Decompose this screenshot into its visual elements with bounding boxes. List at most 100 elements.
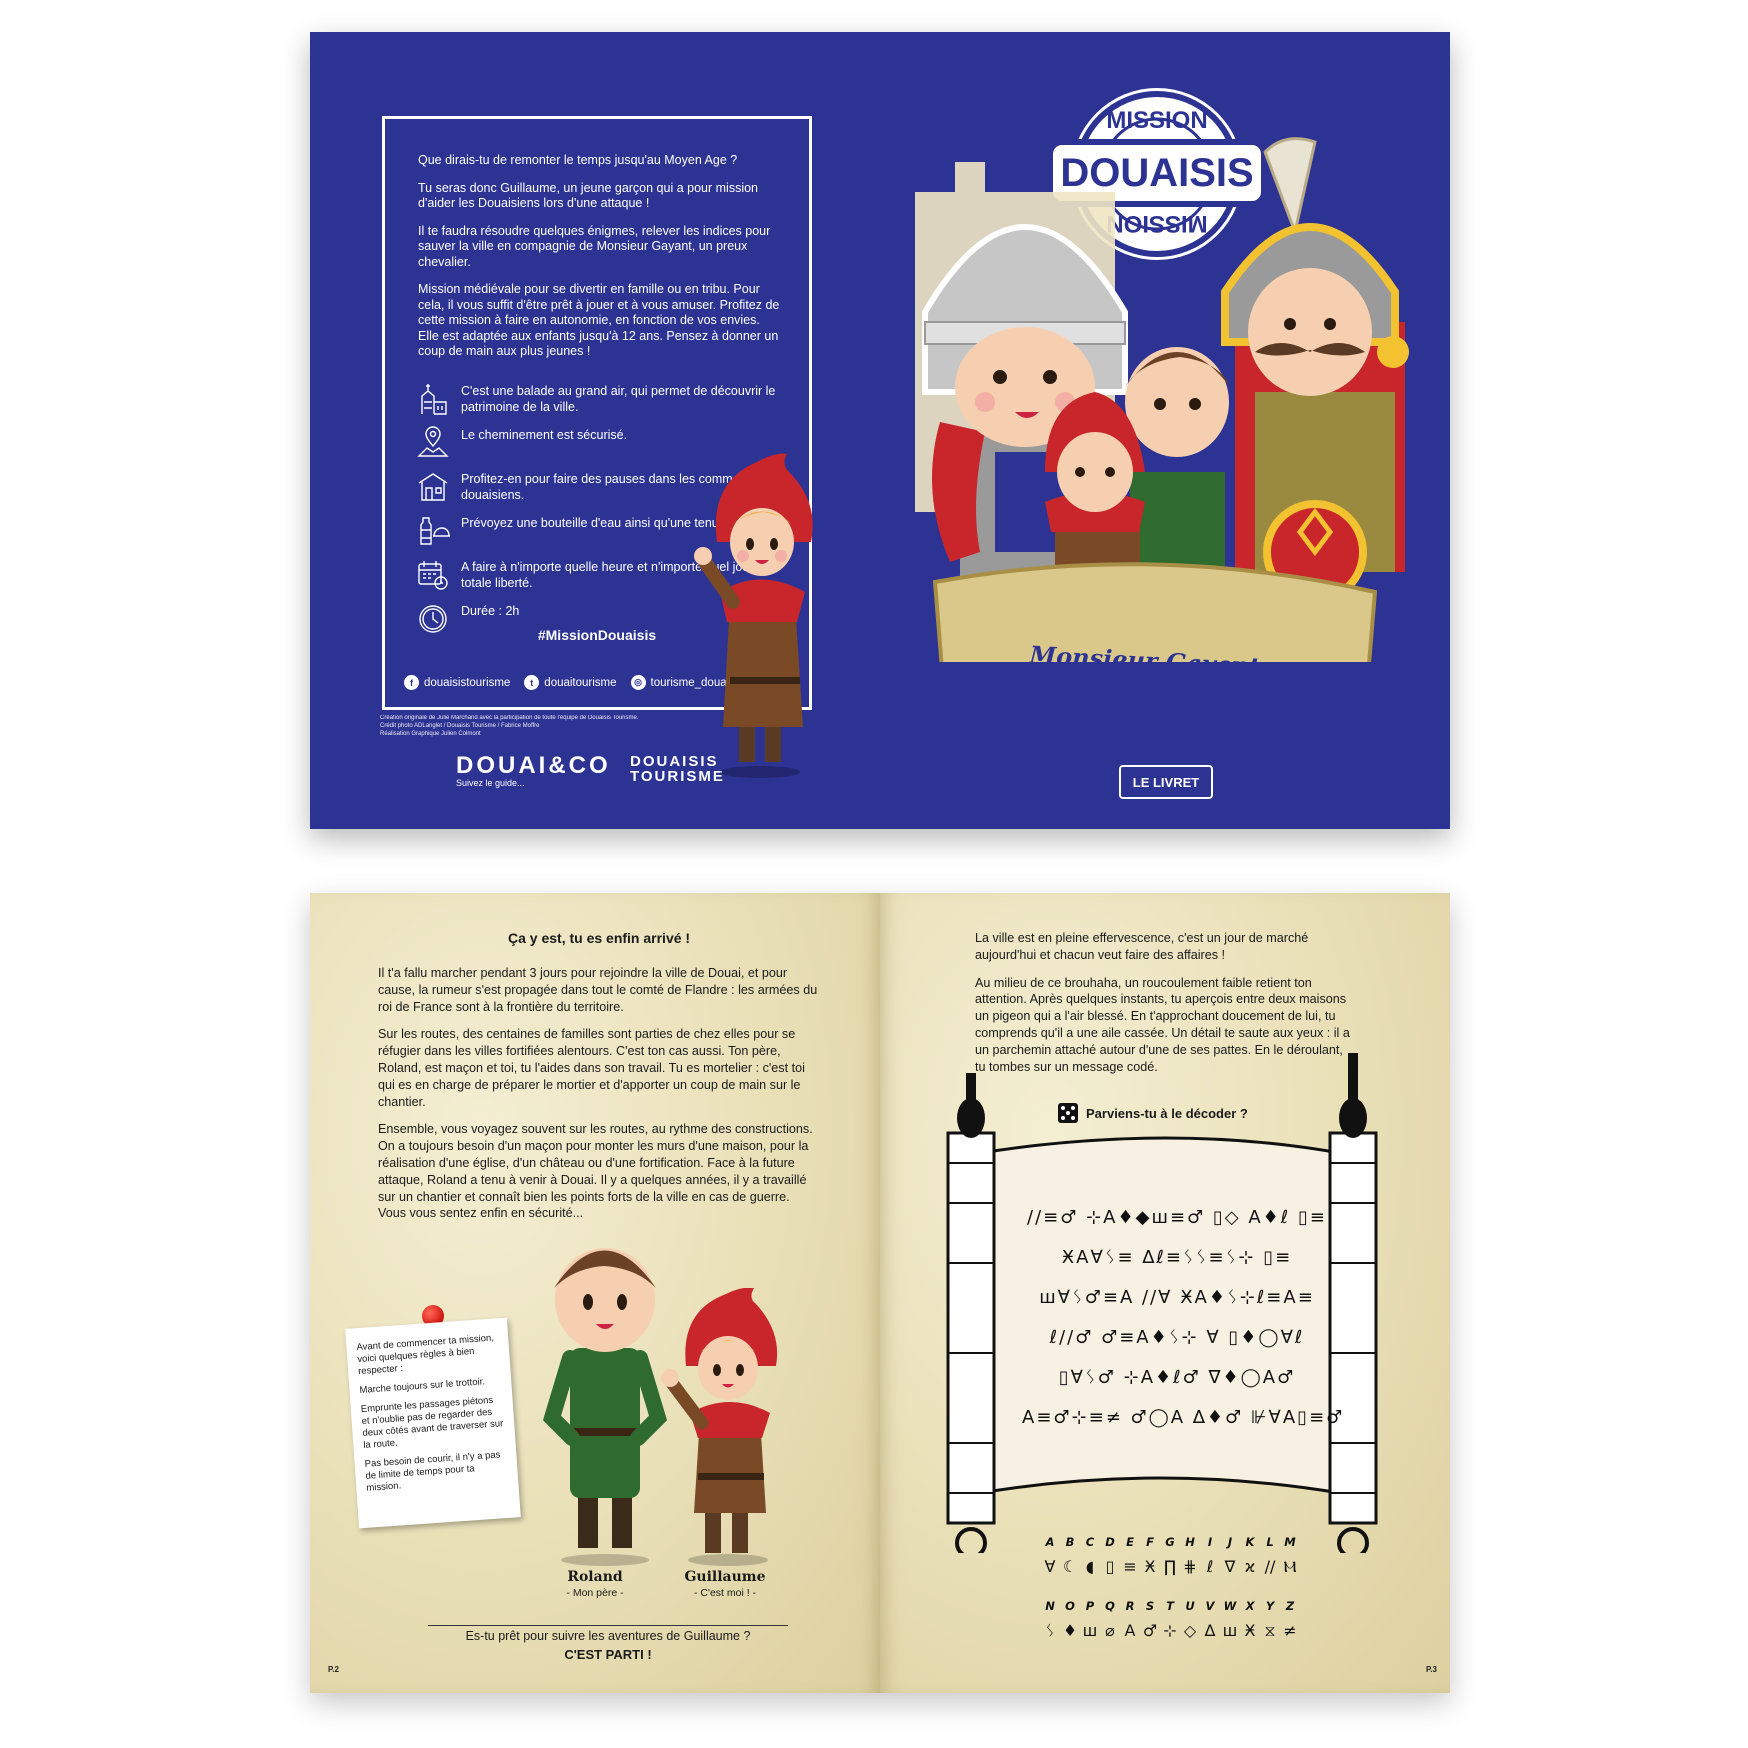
cipher-line: A≡♂⊹≡≠ ♂◯A ∆♦♂ ⊮∀A▯≡♂ bbox=[1022, 1407, 1345, 1428]
note-line: Avant de commencer ta mission, voici que… bbox=[356, 1332, 495, 1378]
alphabet-symbol: ∀ bbox=[1044, 1557, 1056, 1576]
alphabet-symbol: ⧖ bbox=[1264, 1621, 1276, 1640]
douaico-logo-name: DOUAI&CO bbox=[456, 752, 611, 779]
alphabet-symbol: ♦ bbox=[1062, 1621, 1078, 1640]
alphabet-letter: V bbox=[1205, 1599, 1215, 1613]
intro-paragraph: Que dirais-tu de remonter le temps jusqu… bbox=[418, 153, 738, 167]
characters-group-illustration bbox=[915, 137, 1409, 662]
feature-text: Durée : 2h bbox=[461, 604, 520, 618]
guillaume-illustration bbox=[661, 1288, 778, 1566]
note-line: Pas besoin de courir, il n'y a pas de li… bbox=[364, 1449, 501, 1494]
alphabet-letter: J bbox=[1227, 1535, 1233, 1549]
paragraph: Sur les routes, des centaines de famille… bbox=[378, 1027, 805, 1109]
divider bbox=[428, 1625, 788, 1626]
credit-line: Crédit photo ADLanglet / Douaisis Touris… bbox=[380, 723, 540, 729]
alphabet-letter: G bbox=[1165, 1535, 1175, 1549]
paragraph: Il t'a fallu marcher pendant 3 jours pou… bbox=[378, 966, 818, 1014]
alphabet-symbol: ∆ bbox=[1204, 1621, 1216, 1640]
cover-spread: Que dirais-tu de remonter le temps jusqu… bbox=[310, 32, 1450, 829]
alphabet-letter: S bbox=[1145, 1599, 1155, 1613]
alphabet-letter: Y bbox=[1265, 1599, 1275, 1613]
cipher-line: //≡♂ ⊹A♦◆ш≡♂ ▯◇ A♦ℓ ▯≡ bbox=[1027, 1207, 1327, 1228]
map-pin-icon bbox=[417, 426, 449, 457]
note-line: Marche toujours sur le trottoir. bbox=[359, 1376, 486, 1397]
social-handle: douaitourisme bbox=[544, 676, 617, 689]
ready-question: Es-tu prêt pour suivre les aventures de … bbox=[465, 1629, 751, 1643]
cipher-line: ш∀ᛊ♂≡A //∀ ӾA♦ᛊ⊹ℓ≡A≡ bbox=[1039, 1287, 1315, 1308]
alphabet-symbol: ᛊ bbox=[1045, 1621, 1055, 1640]
rules-note: Avant de commencer ta mission, voici que… bbox=[345, 1317, 521, 1529]
intro-paragraph: Tu seras donc Guillaume, un jeune garçon… bbox=[418, 180, 759, 211]
cipher-line: ℓ//♂ ♂≡A♦ᛊ⊹ ∀ ▯♦◯∀ℓ bbox=[1049, 1327, 1305, 1348]
alphabet-letter: W bbox=[1223, 1599, 1237, 1613]
guillaume-name: Guillaume bbox=[684, 1569, 766, 1585]
alphabet-symbol: Ӿ bbox=[1244, 1621, 1256, 1640]
alphabet-symbol: ш bbox=[1222, 1621, 1238, 1640]
note-line: Emprunte les passages piétons et n'oubli… bbox=[360, 1394, 504, 1451]
ready-go: C'EST PARTI ! bbox=[564, 1647, 652, 1662]
social-link-facebook[interactable]: f douaisistourisme bbox=[404, 675, 510, 690]
feature-item: C'est une balade au grand air, qui perme… bbox=[416, 382, 796, 416]
alphabet-symbols-row-1: ∀ ☾ ◖ ▯ ≡ Ӿ ∏ ⋕ ℓ ∇ ϰ // Ⲙ bbox=[1040, 1557, 1300, 1577]
alphabet-letters-row-1: ABCDEFGHIJKLM bbox=[1040, 1535, 1300, 1549]
church-icon bbox=[421, 384, 447, 415]
cipher-line: ▯∀ᛊ♂ ⊹A♦ℓ♂ ∇♦◯A♂ bbox=[1058, 1367, 1296, 1388]
feature-text: Le cheminement est sécurisé. bbox=[461, 428, 628, 442]
page-3: La ville est en pleine effervescence, c'… bbox=[880, 893, 1450, 1693]
alphabet-letter: O bbox=[1065, 1599, 1075, 1613]
alphabet-letter: D bbox=[1105, 1535, 1115, 1549]
alphabet-letter: A bbox=[1045, 1535, 1055, 1549]
alphabet-symbol: ∏ bbox=[1163, 1557, 1177, 1576]
alphabet-symbols-row-2: ᛊ ♦ ш ⌀ A ♂ ⊹ ◇ ∆ ш Ӿ ⧖ ≠ bbox=[1040, 1621, 1300, 1641]
credits: Création originale de Julie Marchand ave… bbox=[380, 714, 639, 738]
alphabet-symbol: ≠ bbox=[1283, 1621, 1297, 1640]
alphabet-letter: N bbox=[1045, 1599, 1055, 1613]
alphabet-letter: P bbox=[1085, 1599, 1095, 1613]
alphabet-letter: R bbox=[1125, 1599, 1135, 1613]
guillaume-illustration bbox=[694, 453, 813, 778]
social-handle: douaisistourisme bbox=[424, 676, 511, 689]
shop-icon bbox=[418, 473, 448, 501]
alphabet-symbol: ℓ bbox=[1206, 1557, 1214, 1576]
alphabet-symbol: ◖ bbox=[1085, 1557, 1095, 1576]
intro-paragraph: Il te faudra résoudre quelques énigmes, … bbox=[418, 223, 771, 269]
alphabet-letter: I bbox=[1207, 1535, 1213, 1549]
page-2-heading: Ça y est, tu es enfin arrivé ! bbox=[508, 930, 691, 946]
cipher-line: ӾA∀ᛊ≡ ∆ℓ≡ᛊᛊ≡ᛊ⊹ ▯≡ bbox=[1061, 1247, 1293, 1268]
feature-text: C'est une balade au grand air, qui perme… bbox=[461, 384, 776, 414]
guillaume-caption: - C'est moi ! - bbox=[693, 1587, 757, 1599]
alphabet-letter: Z bbox=[1285, 1599, 1295, 1613]
instagram-icon: ◎ bbox=[630, 675, 646, 690]
intro-paragraph: Mission médiévale pour se divertir en fa… bbox=[418, 282, 780, 358]
scroll-right-roller bbox=[1328, 1053, 1378, 1553]
alphabet-symbol: ⋕ bbox=[1183, 1557, 1197, 1576]
alphabet-letter: E bbox=[1126, 1535, 1134, 1549]
paragraph: Ensemble, vous voyagez souvent sur les r… bbox=[378, 1122, 813, 1221]
calendar-clock-icon bbox=[418, 561, 448, 590]
credit-line: Création originale de Julie Marchand ave… bbox=[380, 715, 639, 721]
alphabet-letter: T bbox=[1166, 1599, 1174, 1613]
alphabet-letter: M bbox=[1284, 1535, 1296, 1549]
social-link-twitter[interactable]: t douaitourisme bbox=[524, 675, 617, 690]
intro-text: Que dirais-tu de remonter le temps jusqu… bbox=[418, 153, 783, 372]
livret-label: LE LIVRET bbox=[1119, 765, 1213, 799]
alphabet-symbol: ш bbox=[1082, 1621, 1098, 1640]
water-bottle-cap-icon bbox=[420, 517, 450, 545]
stamp-top: MISSION bbox=[1106, 107, 1207, 134]
alphabet-symbol: ∇ bbox=[1224, 1557, 1236, 1576]
alphabet-symbol: // bbox=[1264, 1557, 1276, 1576]
alphabet-letter: F bbox=[1146, 1535, 1154, 1549]
paragraph: La ville est en pleine effervescence, c'… bbox=[975, 931, 1309, 962]
alphabet-symbol: ⊹ bbox=[1163, 1621, 1177, 1640]
roland-caption: - Mon père - bbox=[566, 1587, 624, 1599]
alphabet-symbol: Ⲙ bbox=[1283, 1557, 1297, 1576]
scroll-left-roller bbox=[946, 1073, 996, 1553]
douaico-logo: DOUAI&CO Suivez le guide... bbox=[456, 752, 611, 788]
alphabet-symbol: ☾ bbox=[1062, 1557, 1078, 1576]
alphabet-symbol: ϰ bbox=[1244, 1557, 1256, 1576]
alphabet-symbol: A bbox=[1124, 1621, 1136, 1640]
facebook-icon: f bbox=[404, 675, 419, 690]
roland-name: Roland bbox=[567, 1569, 623, 1585]
twitter-icon: t bbox=[524, 675, 540, 690]
alphabet-symbol: ≡ bbox=[1123, 1557, 1137, 1576]
